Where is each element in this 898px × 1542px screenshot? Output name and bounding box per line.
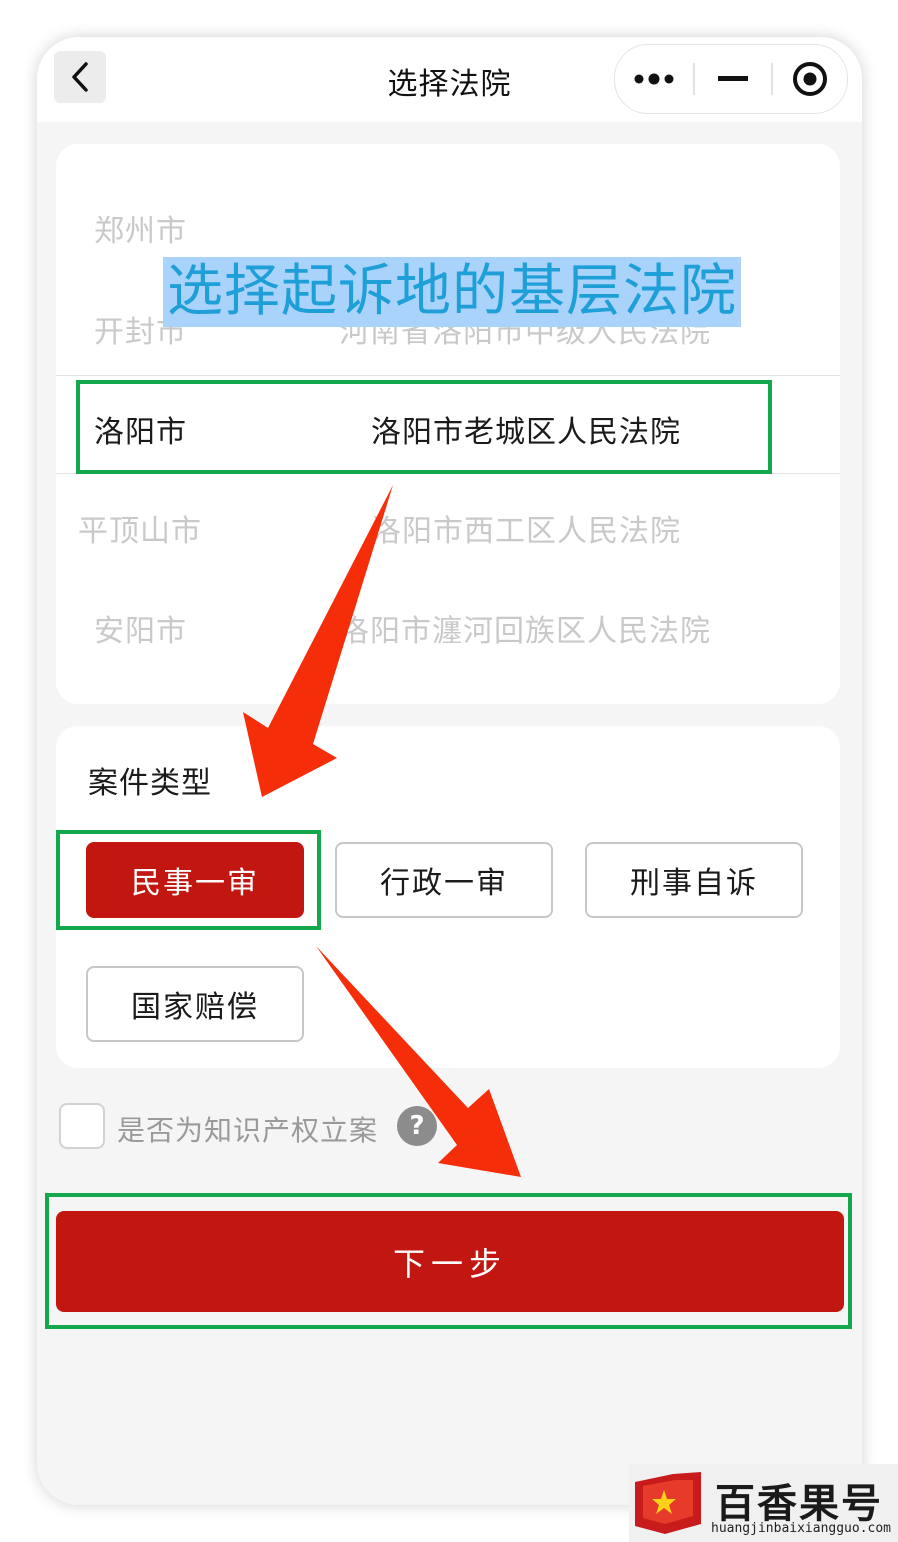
arrow-to-case-type bbox=[243, 485, 393, 797]
brand-logo-icon bbox=[635, 1472, 701, 1534]
arrow-to-next-button bbox=[316, 946, 521, 1177]
watermark-url: huangjinbaixiangguo.com bbox=[711, 1521, 892, 1536]
watermark: 百香果号 huangjinbaixiangguo.com bbox=[629, 1464, 898, 1542]
annotation-arrows bbox=[243, 485, 521, 1177]
